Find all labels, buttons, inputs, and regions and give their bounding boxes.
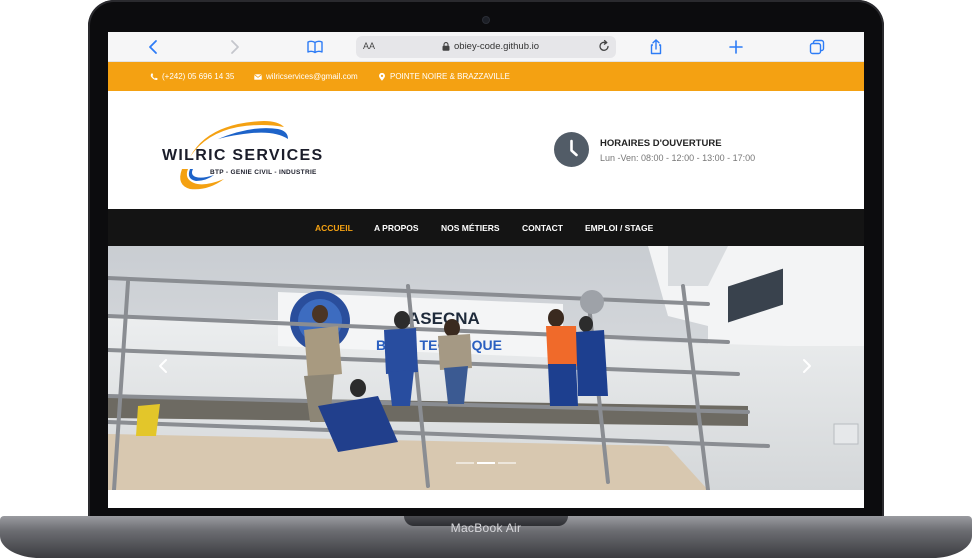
new-tab-icon[interactable]	[726, 37, 746, 57]
location-text: POINTE NOIRE & BRAZZAVILLE	[390, 72, 510, 81]
email-text: wilricservices@gmail.com	[266, 72, 358, 81]
back-icon[interactable]	[144, 37, 164, 57]
carousel-indicator-1[interactable]	[456, 462, 474, 464]
share-icon[interactable]	[646, 37, 666, 57]
address-bar[interactable]: AA obiey-code.github.io	[356, 36, 616, 58]
nav-item-a-propos[interactable]: A PROPOS	[374, 223, 419, 233]
carousel-next-button[interactable]	[796, 354, 816, 378]
logo-name: WILRIC SERVICES	[162, 147, 324, 164]
clock-icon	[554, 132, 589, 167]
url-text: obiey-code.github.io	[454, 41, 540, 52]
nav-item-accueil[interactable]: ACCUEIL	[315, 223, 353, 233]
nav-item-contact[interactable]: CONTACT	[522, 223, 563, 233]
device-label: MacBook Air	[450, 521, 522, 535]
opening-hours-title: HORAIRES D'OUVERTURE	[600, 138, 722, 149]
location-info[interactable]: POINTE NOIRE & BRAZZAVILLE	[378, 72, 510, 81]
text-size-button[interactable]: AA	[363, 41, 375, 51]
reload-icon[interactable]	[598, 39, 610, 56]
company-logo[interactable]: WILRIC SERVICES BTP - GENIE CIVIL - INDU…	[160, 117, 350, 192]
tabs-overview-icon[interactable]	[807, 37, 827, 57]
forward-icon[interactable]	[224, 37, 244, 57]
lock-icon	[442, 42, 450, 51]
camera-icon	[483, 17, 489, 23]
carousel-indicator-3[interactable]	[498, 462, 516, 464]
carousel-prev-button[interactable]	[154, 354, 174, 378]
logo-tagline: BTP - GENIE CIVIL - INDUSTRIE	[210, 169, 317, 176]
site-header: WILRIC SERVICES BTP - GENIE CIVIL - INDU…	[108, 91, 864, 209]
phone-icon	[150, 72, 158, 80]
page-below-fold	[108, 490, 864, 508]
nav-item-nos-metiers[interactable]: NOS MÉTIERS	[441, 223, 500, 233]
sign-text: ASECNA	[408, 309, 480, 328]
envelope-icon	[254, 73, 262, 80]
email-info[interactable]: wilricservices@gmail.com	[254, 72, 358, 81]
map-marker-icon	[379, 72, 385, 81]
main-nav: ACCUEIL A PROPOS NOS MÉTIERS CONTACT EMP…	[108, 209, 864, 246]
nav-item-emploi-stage[interactable]: EMPLOI / STAGE	[585, 223, 653, 233]
hero-slide-image: ASECNA BLOC TECHNIQUE	[108, 246, 864, 490]
phone-info[interactable]: (+242) 05 696 14 35	[150, 72, 234, 81]
bookmarks-icon[interactable]	[305, 37, 325, 57]
carousel-indicators	[456, 462, 516, 464]
opening-hours-text: Lun -Ven: 08:00 - 12:00 - 13:00 - 17:00	[600, 153, 756, 163]
contact-info-bar: (+242) 05 696 14 35 wilricservices@gmail…	[108, 62, 864, 91]
hero-carousel: ASECNA BLOC TECHNIQUE	[108, 246, 864, 490]
browser-screen: AA obiey-code.github.io (+242) 05 696 14…	[108, 32, 864, 508]
browser-toolbar: AA obiey-code.github.io	[108, 32, 864, 62]
phone-text: (+242) 05 696 14 35	[162, 72, 235, 81]
carousel-indicator-2[interactable]	[477, 462, 495, 464]
